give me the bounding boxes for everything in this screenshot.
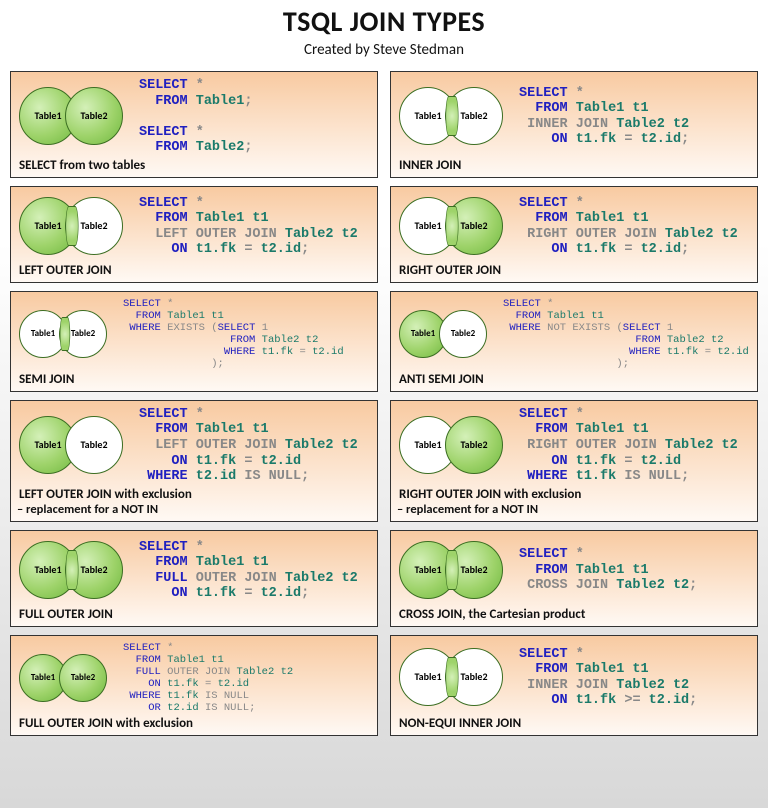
page-subtitle: Created by Steve Stedman	[0, 41, 768, 59]
sql-code: SELECT * FROM Table1; SELECT * FROM Tabl…	[139, 78, 371, 156]
panel-caption: SEMI JOIN	[17, 370, 371, 387]
panel-grid: Table1Table2SELECT * FROM Table1; SELECT…	[0, 67, 768, 746]
venn-diagram: Table1Table2	[397, 306, 497, 362]
panel-p4: Table1Table2SELECT * FROM Table1 t1 WHER…	[10, 291, 378, 392]
panel-caption: SELECT from two tables	[17, 156, 371, 173]
sql-code: SELECT * FROM Table1 t1 RIGHT OUTER JOIN…	[519, 196, 751, 258]
panel-p9: Table1Table2SELECT * FROM Table1 t1 CROS…	[390, 530, 758, 627]
panel-caption: LEFT OUTER JOIN	[17, 261, 371, 278]
panel-p7: Table1Table2SELECT * FROM Table1 t1 RIGH…	[390, 400, 758, 522]
panel-caption: ANTI SEMI JOIN	[397, 370, 751, 387]
panel-caption: CROSS JOIN, the Cartesian product	[397, 605, 751, 622]
venn-diagram: Table1Table2	[397, 644, 513, 712]
venn-intersection	[446, 206, 459, 246]
sql-code: SELECT * FROM Table1 t1 FULL OUTER JOIN …	[123, 642, 371, 714]
sql-code: SELECT * FROM Table1 t1 LEFT OUTER JOIN …	[139, 196, 371, 258]
header: TSQL JOIN TYPES Created by Steve Stedman	[0, 0, 768, 67]
venn-circle-right: Table2	[439, 310, 487, 358]
venn-intersection	[446, 550, 459, 590]
venn-intersection	[446, 657, 459, 697]
panel-caption: RIGHT OUTER JOIN with exclusion	[397, 485, 751, 502]
panel-p10: Table1Table2SELECT * FROM Table1 t1 FULL…	[10, 635, 378, 736]
panel-p0: Table1Table2SELECT * FROM Table1; SELECT…	[10, 71, 378, 178]
venn-diagram: Table1Table2	[17, 412, 133, 480]
panel-caption: FULL OUTER JOIN with exclusion	[17, 714, 371, 731]
panel-p8: Table1Table2SELECT * FROM Table1 t1 FULL…	[10, 530, 378, 627]
panel-p11: Table1Table2SELECT * FROM Table1 t1 INNE…	[390, 635, 758, 736]
venn-diagram: Table1Table2	[17, 193, 133, 261]
sql-code: SELECT * FROM Table1 t1 INNER JOIN Table…	[519, 647, 751, 709]
venn-diagram: Table1Table2	[17, 650, 117, 706]
panel-p5: Table1Table2SELECT * FROM Table1 t1 WHER…	[390, 291, 758, 392]
venn-diagram: Table1Table2	[397, 537, 513, 605]
venn-circle-right: Table2	[65, 416, 123, 474]
panel-caption: LEFT OUTER JOIN with exclusion	[17, 485, 371, 502]
panel-p3: Table1Table2SELECT * FROM Table1 t1 RIGH…	[390, 186, 758, 283]
venn-intersection	[66, 206, 79, 246]
panel-p2: Table1Table2SELECT * FROM Table1 t1 LEFT…	[10, 186, 378, 283]
venn-diagram: Table1Table2	[17, 306, 117, 362]
venn-intersection	[60, 317, 70, 351]
venn-circle-right: Table2	[445, 416, 503, 474]
venn-diagram: Table1Table2	[397, 193, 513, 261]
venn-diagram: Table1Table2	[17, 537, 133, 605]
sql-code: SELECT * FROM Table1 t1 INNER JOIN Table…	[519, 86, 751, 148]
venn-diagram: Table1Table2	[17, 83, 133, 151]
venn-circle-right: Table2	[65, 87, 123, 145]
panel-caption: RIGHT OUTER JOIN	[397, 261, 751, 278]
sql-code: SELECT * FROM Table1 t1 WHERE EXISTS (SE…	[123, 298, 371, 370]
sql-code: SELECT * FROM Table1 t1 FULL OUTER JOIN …	[139, 540, 371, 602]
panel-caption: NON-EQUI INNER JOIN	[397, 714, 751, 731]
page-title: TSQL JOIN TYPES	[0, 4, 768, 39]
venn-diagram: Table1Table2	[397, 83, 513, 151]
venn-intersection	[66, 550, 79, 590]
venn-diagram: Table1Table2	[397, 412, 513, 480]
panel-caption: INNER JOIN	[397, 156, 751, 173]
venn-circle-right: Table2	[59, 654, 107, 702]
sql-code: SELECT * FROM Table1 t1 WHERE NOT EXISTS…	[503, 298, 751, 370]
panel-p1: Table1Table2SELECT * FROM Table1 t1 INNE…	[390, 71, 758, 178]
sql-code: SELECT * FROM Table1 t1 CROSS JOIN Table…	[519, 547, 751, 594]
sql-code: SELECT * FROM Table1 t1 RIGHT OUTER JOIN…	[519, 407, 751, 485]
panel-p6: Table1Table2SELECT * FROM Table1 t1 LEFT…	[10, 400, 378, 522]
panel-subcaption: – replacement for a NOT IN	[397, 502, 751, 517]
venn-intersection	[446, 96, 459, 136]
sql-code: SELECT * FROM Table1 t1 LEFT OUTER JOIN …	[139, 407, 371, 485]
panel-subcaption: – replacement for a NOT IN	[17, 502, 371, 517]
panel-caption: FULL OUTER JOIN	[17, 605, 371, 622]
